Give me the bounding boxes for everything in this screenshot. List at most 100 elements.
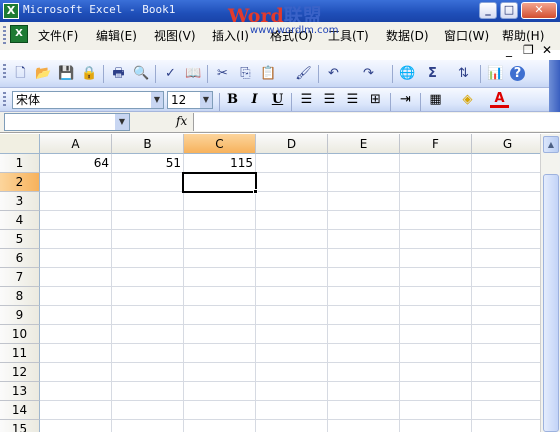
formula-bar: ▼ fx xyxy=(0,112,560,133)
font-name-select[interactable]: 宋体 ▼ xyxy=(12,91,164,109)
row-header-14[interactable]: 14 xyxy=(0,401,40,420)
toolbar-separator xyxy=(207,65,208,83)
toolbar-options-handle[interactable] xyxy=(549,60,560,88)
document-icon[interactable]: X xyxy=(10,25,28,43)
spelling-icon[interactable]: ✓ xyxy=(162,65,179,82)
row-header-12[interactable]: 12 xyxy=(0,363,40,382)
toolbar-separator xyxy=(390,93,391,111)
chevron-down-icon[interactable]: ▼ xyxy=(200,92,212,108)
gridline xyxy=(40,381,540,382)
copy-icon[interactable]: ⎘ xyxy=(237,65,254,82)
cell-a1[interactable]: 64 xyxy=(40,154,112,173)
row-header-7[interactable]: 7 xyxy=(0,268,40,287)
row-header-15[interactable]: 15 xyxy=(0,420,40,432)
cell-c1[interactable]: 115 xyxy=(184,154,256,173)
row-header-1[interactable]: 1 xyxy=(0,154,40,173)
menu-grip[interactable] xyxy=(3,26,6,44)
column-header-d[interactable]: D xyxy=(256,134,328,154)
cell-b1[interactable]: 51 xyxy=(112,154,184,173)
row-header-5[interactable]: 5 xyxy=(0,230,40,249)
toolbar-grip[interactable] xyxy=(3,64,6,80)
autosum-icon[interactable]: Σ xyxy=(424,65,441,82)
research-icon[interactable]: 📖 xyxy=(185,65,202,82)
redo-icon[interactable]: ↷ xyxy=(360,65,377,82)
doc-close-button[interactable]: ✕ xyxy=(542,43,552,57)
row-header-9[interactable]: 9 xyxy=(0,306,40,325)
select-all-corner[interactable] xyxy=(0,134,40,154)
gridline xyxy=(255,154,256,432)
scroll-thumb[interactable] xyxy=(543,174,559,432)
menu-window[interactable]: 窗口(W) xyxy=(444,27,489,44)
minimize-button[interactable]: _ xyxy=(479,2,497,19)
font-color-icon[interactable]: A xyxy=(490,91,509,108)
fx-icon[interactable]: fx xyxy=(176,114,187,128)
formula-input[interactable] xyxy=(193,113,560,131)
chevron-down-icon[interactable]: ▼ xyxy=(151,92,163,108)
toolbar-separator xyxy=(480,65,481,83)
print-icon[interactable]: 🖶 xyxy=(110,65,127,82)
row-header-10[interactable]: 10 xyxy=(0,325,40,344)
worksheet-grid[interactable]: A B C D E F G 1 2 3 4 5 6 7 8 9 10 11 12… xyxy=(0,134,540,432)
sort-ascending-icon[interactable]: ⇅ xyxy=(455,65,472,82)
gridline xyxy=(40,248,540,249)
open-icon[interactable]: 📂 xyxy=(35,65,52,82)
menu-insert[interactable]: 插入(I) xyxy=(212,27,249,44)
menu-file[interactable]: 文件(F) xyxy=(38,27,78,44)
chevron-down-icon[interactable]: ▼ xyxy=(115,114,129,130)
menu-view[interactable]: 视图(V) xyxy=(154,27,196,44)
indent-icon[interactable]: ⇥ xyxy=(396,91,415,109)
row-header-8[interactable]: 8 xyxy=(0,287,40,306)
row-header-4[interactable]: 4 xyxy=(0,211,40,230)
borders-icon[interactable]: ▦ xyxy=(426,91,445,109)
cut-icon[interactable]: ✂ xyxy=(214,65,231,82)
doc-restore-button[interactable]: ❐ xyxy=(523,43,534,57)
menu-help[interactable]: 帮助(H) xyxy=(502,27,544,44)
chart-wizard-icon[interactable]: 📊 xyxy=(487,65,504,82)
column-header-c[interactable]: C xyxy=(184,134,256,154)
align-left-icon[interactable]: ☰ xyxy=(297,91,316,109)
row-header-11[interactable]: 11 xyxy=(0,344,40,363)
menu-edit[interactable]: 编辑(E) xyxy=(96,27,137,44)
column-header-b[interactable]: B xyxy=(112,134,184,154)
undo-icon[interactable]: ↶ xyxy=(325,65,342,82)
save-icon[interactable]: 💾 xyxy=(58,65,75,82)
close-button[interactable]: ✕ xyxy=(521,2,557,19)
column-header-g[interactable]: G xyxy=(472,134,540,154)
paste-icon[interactable]: 📋 xyxy=(260,65,277,82)
bold-button[interactable]: B xyxy=(223,91,242,109)
gridline xyxy=(111,154,112,432)
align-right-icon[interactable]: ☰ xyxy=(343,91,362,109)
fill-handle[interactable] xyxy=(253,189,258,194)
new-icon[interactable]: 🗋 xyxy=(12,65,29,82)
name-box[interactable]: ▼ xyxy=(4,113,130,131)
toolbar-grip[interactable] xyxy=(3,92,6,108)
active-cell-c2[interactable] xyxy=(182,172,257,193)
font-size-value: 12 xyxy=(171,93,187,107)
row-header-6[interactable]: 6 xyxy=(0,249,40,268)
font-size-select[interactable]: 12 ▼ xyxy=(167,91,213,109)
hyperlink-icon[interactable]: 🌐 xyxy=(399,65,416,82)
print-preview-icon[interactable]: 🔍 xyxy=(133,65,150,82)
format-painter-icon[interactable]: 🖌 xyxy=(295,65,312,82)
permission-icon[interactable]: 🔒 xyxy=(81,65,98,82)
vertical-scrollbar[interactable]: ▲ xyxy=(540,134,560,432)
merge-center-icon[interactable]: ⊞ xyxy=(366,91,385,109)
gridline xyxy=(40,362,540,363)
align-center-icon[interactable]: ☰ xyxy=(320,91,339,109)
help-icon[interactable]: ? xyxy=(510,66,525,81)
doc-minimize-button[interactable]: _ xyxy=(506,43,512,57)
excel-app-icon[interactable]: X xyxy=(3,3,19,19)
italic-button[interactable]: I xyxy=(245,91,264,109)
column-header-f[interactable]: F xyxy=(400,134,472,154)
row-header-13[interactable]: 13 xyxy=(0,382,40,401)
row-header-2[interactable]: 2 xyxy=(0,173,40,192)
column-header-a[interactable]: A xyxy=(40,134,112,154)
row-header-3[interactable]: 3 xyxy=(0,192,40,211)
toolbar-options-handle[interactable] xyxy=(549,88,560,112)
maximize-button[interactable]: □ xyxy=(500,2,518,19)
scroll-up-button[interactable]: ▲ xyxy=(543,136,559,153)
underline-button[interactable]: U xyxy=(268,91,287,109)
fill-color-icon[interactable]: ◈ xyxy=(458,91,477,109)
menu-data[interactable]: 数据(D) xyxy=(386,27,429,44)
column-header-e[interactable]: E xyxy=(328,134,400,154)
